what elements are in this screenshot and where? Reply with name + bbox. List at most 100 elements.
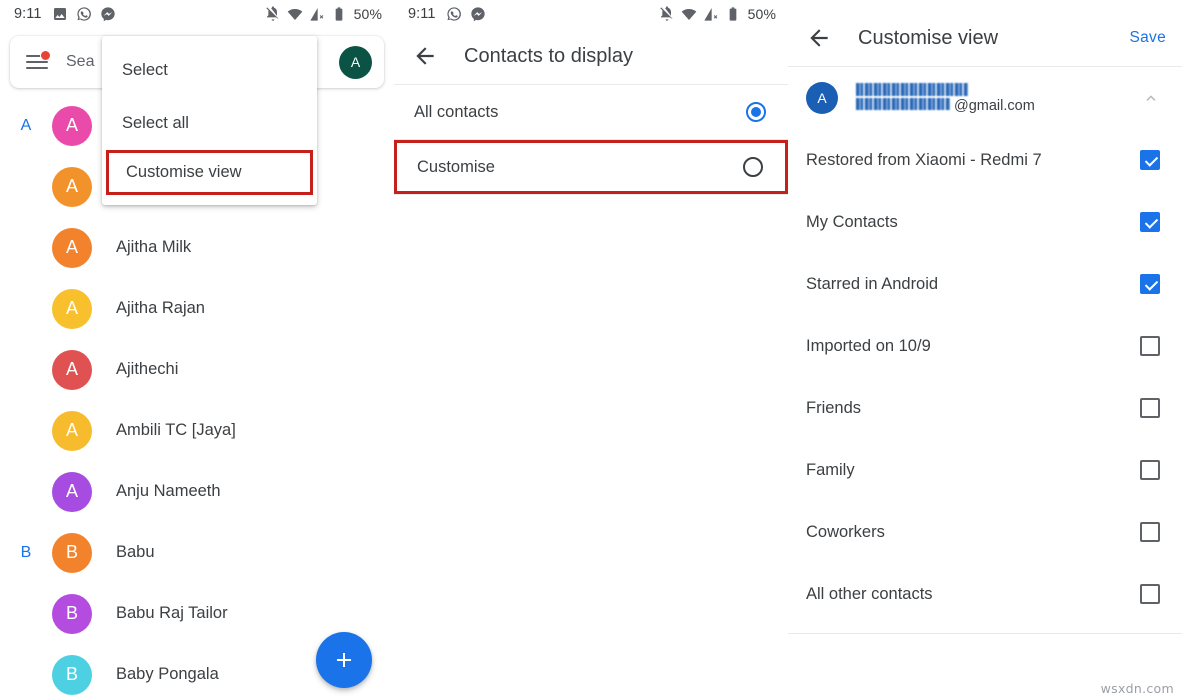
menu-item-select[interactable]: Select [102, 44, 317, 97]
list-item[interactable]: A Anju Nameeth [0, 461, 394, 522]
list-item[interactable]: B B Babu [0, 522, 394, 583]
group-label: All other contacts [806, 585, 933, 604]
menu-item-customise-view[interactable]: Customise view [106, 150, 313, 195]
option-customise[interactable]: Customise [394, 140, 788, 194]
chevron-up-icon[interactable] [1142, 89, 1160, 107]
group-label: Coworkers [806, 523, 885, 542]
contact-avatar: A [52, 228, 92, 268]
radio-button-selected[interactable] [746, 102, 766, 122]
overflow-menu-popup: Select Select all Customise view [102, 36, 317, 205]
battery-icon [331, 6, 347, 22]
contact-name: Babu Raj Tailor [116, 604, 228, 623]
list-item[interactable]: A Ajithechi [0, 339, 394, 400]
contact-name: Ajithechi [116, 360, 178, 379]
status-right-icons: 50% [265, 6, 382, 22]
add-contact-fab[interactable] [316, 632, 372, 688]
group-row[interactable]: Friends [788, 377, 1182, 439]
contact-avatar: A [52, 350, 92, 390]
contact-avatar: B [52, 655, 92, 695]
group-row[interactable]: Family [788, 439, 1182, 501]
section-header: B [0, 544, 52, 562]
contact-avatar: A [52, 106, 92, 146]
status-left-icons [52, 6, 116, 22]
status-left-icons [446, 6, 486, 22]
menu-item-select-all[interactable]: Select all [102, 97, 317, 150]
contact-avatar: A [52, 167, 92, 207]
group-row[interactable]: My Contacts [788, 191, 1182, 253]
checkbox-checked[interactable] [1140, 274, 1160, 294]
contact-name: Ajitha Milk [116, 238, 191, 257]
bell-muted-icon [659, 6, 675, 22]
status-right-icons: 50% [659, 6, 776, 22]
wifi-icon [681, 6, 697, 22]
option-all-contacts[interactable]: All contacts [394, 85, 788, 139]
contact-name: Anju Nameeth [116, 482, 221, 501]
battery-icon [725, 6, 741, 22]
battery-percent: 50% [354, 6, 382, 22]
signal-off-icon [703, 6, 719, 22]
group-label: Starred in Android [806, 275, 938, 294]
group-row[interactable]: Restored from Xiaomi - Redmi 7 [788, 129, 1182, 191]
checkbox-unchecked[interactable] [1140, 398, 1160, 418]
option-label: Customise [417, 158, 495, 177]
messenger-icon [470, 6, 486, 22]
panel-contacts-list: 9:11 50% Sea A A [0, 0, 394, 700]
image-icon [52, 6, 68, 22]
contact-avatar: A [52, 289, 92, 329]
status-clock: 9:11 [408, 6, 436, 22]
contact-avatar: B [52, 533, 92, 573]
group-label: Imported on 10/9 [806, 337, 931, 356]
checkbox-unchecked[interactable] [1140, 336, 1160, 356]
account-name-redacted [856, 83, 1035, 96]
status-clock: 9:11 [14, 6, 42, 22]
notification-dot [40, 50, 51, 61]
avatar[interactable]: A [339, 46, 372, 79]
option-label: All contacts [414, 103, 498, 122]
whatsapp-icon [446, 6, 462, 22]
search-input[interactable]: Sea [66, 53, 94, 71]
page-title: Customise view [858, 27, 998, 50]
list-item[interactable]: A Ajitha Milk [0, 217, 394, 278]
list-item[interactable]: A Ambili TC [Jaya] [0, 400, 394, 461]
page-title: Contacts to display [464, 45, 633, 68]
watermark: wsxdn.com [1101, 681, 1174, 696]
messenger-icon [100, 6, 116, 22]
group-row[interactable]: All other contacts [788, 563, 1182, 625]
account-avatar: A [806, 82, 838, 114]
contact-name: Baby Pongala [116, 665, 219, 684]
checkbox-unchecked[interactable] [1140, 460, 1160, 480]
contact-name: Ajitha Rajan [116, 299, 205, 318]
group-row[interactable]: Coworkers [788, 501, 1182, 563]
status-bar-mid: 9:11 50% [394, 0, 788, 28]
plus-icon [332, 648, 356, 672]
radio-button-unselected[interactable] [743, 157, 763, 177]
arrow-back-icon[interactable] [412, 43, 438, 69]
three-panel-screenshot: 9:11 50% Sea A A [0, 0, 1182, 700]
list-item[interactable]: A Ajitha Rajan [0, 278, 394, 339]
checkbox-checked[interactable] [1140, 150, 1160, 170]
group-row[interactable]: Starred in Android [788, 253, 1182, 315]
arrow-back-icon[interactable] [806, 25, 832, 51]
contact-avatar: A [52, 472, 92, 512]
group-label: My Contacts [806, 213, 898, 232]
group-row[interactable]: Imported on 10/9 [788, 315, 1182, 377]
checkbox-unchecked[interactable] [1140, 584, 1160, 604]
hamburger-menu-icon[interactable] [26, 54, 48, 70]
group-label: Friends [806, 399, 861, 418]
signal-off-icon [309, 6, 325, 22]
whatsapp-icon [76, 6, 92, 22]
account-email: @gmail.com [856, 98, 1035, 114]
checkbox-unchecked[interactable] [1140, 522, 1160, 542]
divider [788, 633, 1182, 634]
save-button[interactable]: Save [1129, 29, 1166, 47]
checkbox-checked[interactable] [1140, 212, 1160, 232]
account-header-row[interactable]: A @gmail.com [788, 67, 1182, 129]
battery-percent: 50% [748, 6, 776, 22]
wifi-icon [287, 6, 303, 22]
app-bar-customise-view: Customise view Save [788, 10, 1182, 66]
status-bar-left: 9:11 50% [0, 0, 394, 28]
contact-name: Ambili TC [Jaya] [116, 421, 236, 440]
app-bar-contacts-to-display: Contacts to display [394, 28, 788, 84]
contact-avatar: A [52, 411, 92, 451]
contact-name: Babu [116, 543, 155, 562]
